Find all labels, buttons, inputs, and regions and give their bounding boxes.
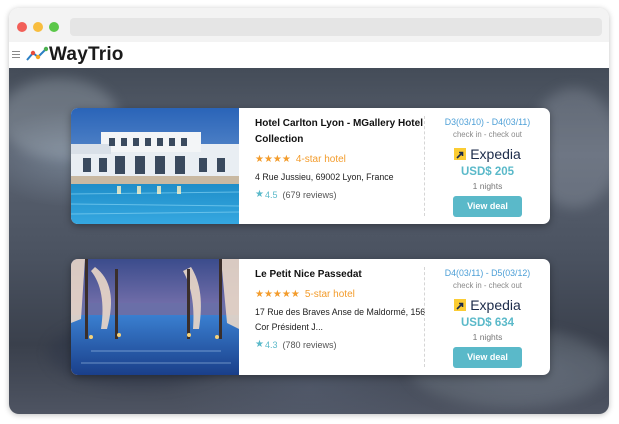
deal-price: USD$ 205 xyxy=(460,166,515,178)
provider-name: Expedia xyxy=(470,146,521,162)
hotel-card[interactable]: Hotel Carlton Lyon - MGallery Hotel Coll… xyxy=(71,108,550,224)
maximize-window-button[interactable] xyxy=(49,22,59,32)
hotel-card[interactable]: Le Petit Nice Passedat ★★★★★ 5-star hote… xyxy=(71,259,550,375)
hotel-photo[interactable] xyxy=(71,259,239,375)
review-rating: ★ 4.5 (679 reviews) xyxy=(255,189,435,200)
deal-panel: D4(03/11) - D5(03/12) check in - check o… xyxy=(425,259,550,375)
expedia-arrow-icon xyxy=(454,299,467,311)
app-header: WayTrio xyxy=(9,42,609,69)
star-label: 4-star hotel xyxy=(295,153,346,165)
review-count: (679 reviews) xyxy=(282,189,337,200)
close-window-button[interactable] xyxy=(17,22,27,32)
expedia-arrow-icon xyxy=(454,148,467,160)
hotel-name[interactable]: Le Petit Nice Passedat xyxy=(255,267,435,283)
waytrio-logo-icon xyxy=(26,46,48,61)
deal-price: USD$ 634 xyxy=(460,317,515,329)
view-deal-button[interactable]: View deal xyxy=(453,347,522,368)
review-rating: ★ 4.3 (780 reviews) xyxy=(255,339,435,350)
checkin-checkout-label: check in - check out xyxy=(453,281,522,290)
hotel-class: ★★★★ 4-star hotel xyxy=(255,152,435,166)
deal-panel: D3(03/10) - D4(03/11) check in - check o… xyxy=(425,108,550,224)
star-label: 5-star hotel xyxy=(304,288,355,300)
nights-count: 1 nights xyxy=(472,181,503,191)
hotel-photo[interactable] xyxy=(71,108,239,224)
stay-dates: D3(03/10) - D4(03/11) xyxy=(444,117,531,127)
background-hero: Hotel Carlton Lyon - MGallery Hotel Coll… xyxy=(9,68,609,414)
browser-window: WayTrio Hotel Carlton Lyon - MGallery Ho… xyxy=(9,8,609,414)
app-logo[interactable]: WayTrio xyxy=(49,43,124,67)
hotel-class: ★★★★★ 5-star hotel xyxy=(255,287,435,301)
rating-value: 4.3 xyxy=(264,339,278,350)
star-rating-icon: ★★★★ xyxy=(255,153,291,165)
view-deal-button[interactable]: View deal xyxy=(453,196,522,217)
hotel-address: 4 Rue Jussieu, 69002 Lyon, France xyxy=(255,172,394,182)
provider-logo: Expedia xyxy=(425,145,550,163)
provider-logo: Expedia xyxy=(425,296,550,314)
rating-value: 4.5 xyxy=(264,189,278,200)
browser-titlebar xyxy=(9,8,609,42)
hotel-address: 17 Rue des Braves Anse de Maldormé, 156 … xyxy=(255,307,426,332)
rating-star-icon: ★ xyxy=(255,189,264,200)
nights-count: 1 nights xyxy=(472,332,503,342)
stay-dates: D4(03/11) - D5(03/12) xyxy=(444,268,531,278)
hotel-info: Le Petit Nice Passedat ★★★★★ 5-star hote… xyxy=(255,267,435,350)
address-bar[interactable] xyxy=(70,18,602,36)
hotel-info: Hotel Carlton Lyon - MGallery Hotel Coll… xyxy=(255,116,435,200)
rating-star-icon: ★ xyxy=(255,339,264,350)
provider-name: Expedia xyxy=(470,297,521,313)
checkin-checkout-label: check in - check out xyxy=(453,130,522,139)
hamburger-icon[interactable] xyxy=(12,51,20,59)
minimize-window-button[interactable] xyxy=(33,22,43,32)
review-count: (780 reviews) xyxy=(282,339,337,350)
hotel-name[interactable]: Hotel Carlton Lyon - MGallery Hotel Coll… xyxy=(255,116,435,148)
star-rating-icon: ★★★★★ xyxy=(255,288,300,300)
